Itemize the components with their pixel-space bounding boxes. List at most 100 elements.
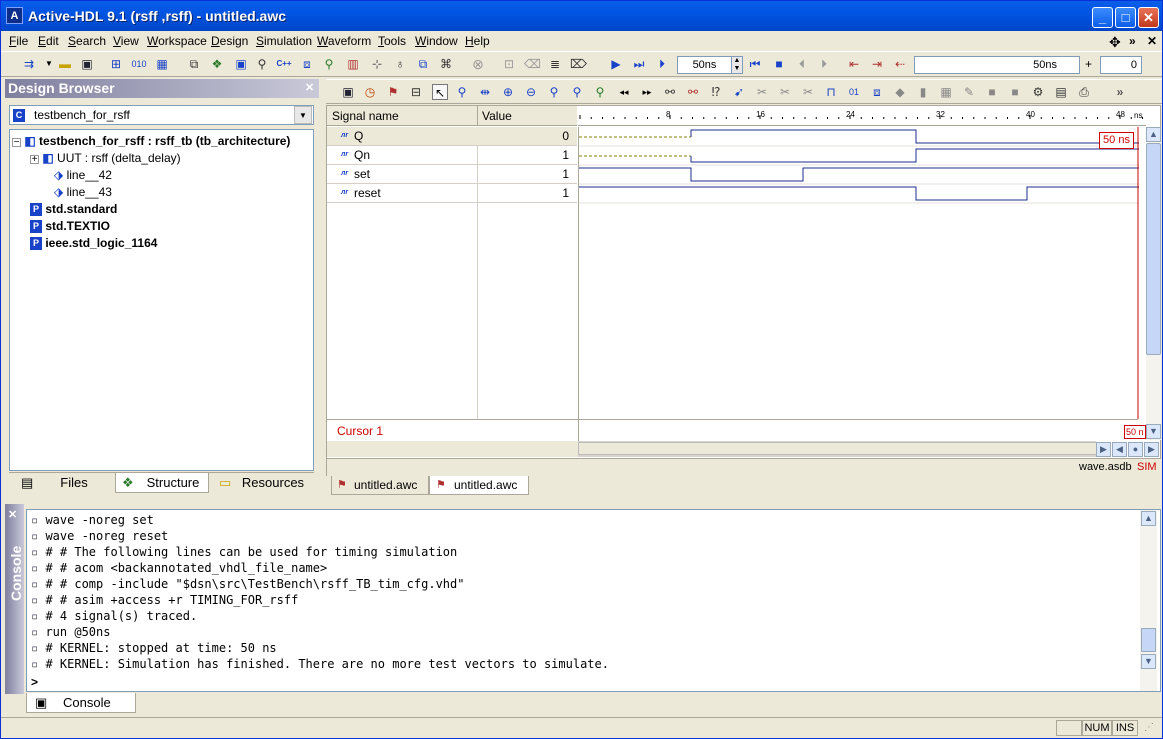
tab-structure[interactable]: ❖ Structure [115, 473, 209, 493]
tree-node-testbench[interactable]: − ◧ testbench_for_rsff : rsff_tb (tb_arc… [12, 133, 290, 150]
edit3-disabled-icon[interactable]: ✂ [800, 84, 816, 100]
pointer-icon[interactable]: ↖ [432, 84, 448, 100]
report-icon[interactable]: ▤ [1053, 84, 1069, 100]
trace-over-icon[interactable]: ⇥ [869, 56, 885, 72]
resize-grip-icon[interactable]: ⋰ [1144, 722, 1154, 733]
console-scroll-down-icon[interactable]: ▼ [1141, 654, 1156, 669]
menu-waveform[interactable]: Waveform [317, 34, 371, 48]
next-edge-icon[interactable]: ▸▸ [639, 84, 655, 100]
close-doc-icon[interactable]: ✕ [1147, 34, 1157, 48]
tab-resources[interactable]: ▭ Resources [213, 473, 311, 493]
tree-node-line42[interactable]: ⬗ line__42 [54, 167, 112, 184]
console-scroll-up-icon[interactable]: ▲ [1141, 511, 1156, 526]
compile-all-icon[interactable]: 010 [131, 56, 147, 72]
zoom-fit-icon[interactable]: ⚲ [569, 84, 585, 100]
toolbar-overflow-icon[interactable]: » [1112, 84, 1128, 100]
find-in-design-icon[interactable]: ⚲ [321, 56, 337, 72]
windows-icon[interactable]: ⧉ [186, 56, 202, 72]
run-for-icon[interactable]: ⏵ [654, 56, 670, 72]
library-icon[interactable]: ⧈ [299, 56, 315, 72]
scroll-right-end-icon[interactable]: ▶ [1144, 442, 1159, 457]
open-folder-icon[interactable]: ▬ [57, 56, 73, 72]
search-next-icon[interactable]: ⁉ [708, 84, 724, 100]
tree-node-ieee[interactable]: P ieee.std_logic_1164 [30, 235, 157, 252]
grid-disabled-icon[interactable]: ▦ [938, 84, 954, 100]
scroll-center-icon[interactable]: ● [1128, 442, 1143, 457]
network-icon[interactable]: ⊹ [369, 56, 385, 72]
step-forward-icon[interactable]: ⏵ [816, 56, 832, 72]
counter-field[interactable]: 0 [1100, 56, 1142, 74]
run-until-icon[interactable]: ⏭ [631, 56, 647, 72]
stop-icon[interactable]: ■ [771, 56, 787, 72]
zoom-in-icon[interactable]: ⊕ [500, 84, 516, 100]
close-button[interactable]: ✕ [1138, 7, 1159, 28]
tree-node-line43[interactable]: ⬗ line__43 [54, 184, 112, 201]
doc-tab-2[interactable]: ⚑ untitled.awc [429, 476, 529, 495]
console-vscrollbar[interactable]: ▲ ▼ [1140, 510, 1157, 691]
menu-search[interactable]: Search [68, 34, 106, 48]
signal-row-qn[interactable]: лr Qn 1 [327, 146, 577, 165]
measure-icon[interactable]: ⇹ [477, 84, 493, 100]
cpp-debug-icon[interactable]: C++ [276, 56, 292, 72]
prev-edge-icon[interactable]: ◂◂ [616, 84, 632, 100]
docs-icon[interactable]: ⧉ [415, 56, 431, 72]
find-icon[interactable]: ⚲ [254, 56, 270, 72]
new-design-icon[interactable]: ⇉ [21, 56, 37, 72]
wave-save-icon[interactable]: ▣ [340, 84, 356, 100]
menu-workspace[interactable]: Workspace [147, 34, 207, 48]
binoculars-red-icon[interactable]: ⚯ [685, 84, 701, 100]
stack-icon[interactable]: ≣ [547, 56, 563, 72]
console-vscroll-thumb[interactable] [1141, 628, 1156, 652]
tab-console[interactable]: ▣ Console [26, 693, 136, 713]
scroll-down-icon[interactable]: ▼ [1146, 424, 1161, 439]
bus-icon[interactable]: ⧈ [869, 84, 885, 100]
panel-close-icon[interactable]: ✕ [305, 81, 314, 94]
step-back-icon[interactable]: ⏴ [794, 56, 810, 72]
arrow-marker-icon[interactable]: ➹ [731, 84, 747, 100]
tab-files[interactable]: ▤ Files [15, 473, 111, 493]
value-header[interactable]: Value [482, 109, 512, 123]
signal-icon[interactable]: ⊓ [823, 84, 839, 100]
design-unit-select[interactable]: C testbench_for_rsff ▼ [9, 105, 314, 125]
maximize-button[interactable]: □ [1115, 7, 1136, 28]
chevron-icon[interactable]: » [1129, 34, 1136, 48]
select-chevron-down-icon[interactable]: ▼ [294, 106, 312, 124]
stop-disabled-icon[interactable]: ⊗ [470, 56, 486, 72]
signal-row-set[interactable]: лr set 1 [327, 165, 577, 184]
stopwatch-icon[interactable]: ◷ [362, 84, 378, 100]
tool-icon[interactable]: ⚙ [1030, 84, 1046, 100]
lock-icon[interactable]: ⊡ [501, 56, 517, 72]
save-icon[interactable]: ▣ [79, 56, 95, 72]
tree-node-std-standard[interactable]: P std.standard [30, 201, 117, 218]
sim-time-spinner[interactable]: ▲ ▼ [731, 56, 743, 74]
wave-vscrollbar[interactable]: ▲ ▼ [1146, 127, 1161, 440]
doc-tab-1[interactable]: ⚑ untitled.awc [331, 476, 429, 495]
marker-disabled-icon[interactable]: ◆ [892, 84, 908, 100]
restart-icon[interactable]: ⏮ [747, 56, 763, 72]
eraser-icon[interactable]: ⌫ [524, 56, 541, 72]
scroll-up-icon[interactable]: ▲ [1146, 127, 1161, 142]
zoom-cursor-icon[interactable]: ⚲ [592, 84, 608, 100]
title-bar[interactable]: A Active-HDL 9.1 (rsff ,rsff) - untitled… [1, 1, 1162, 31]
menu-window[interactable]: Window [415, 34, 458, 48]
zoom-out-icon[interactable]: ⊖ [523, 84, 539, 100]
zoom-range-icon[interactable]: ⚲ [546, 84, 562, 100]
menu-design[interactable]: Design [211, 34, 248, 48]
zoom-icon[interactable]: ⚲ [454, 84, 470, 100]
vscroll-thumb[interactable] [1146, 143, 1161, 355]
console-output[interactable]: ▫ wave -noreg set ▫ wave -noreg reset ▫ # … [26, 509, 1161, 692]
tree-node-std-textio[interactable]: P std.TEXTIO [30, 218, 110, 235]
signal-add-icon[interactable]: ⚑ [385, 84, 401, 100]
monitor-icon[interactable]: ▣ [233, 56, 249, 72]
cursor-label[interactable]: Cursor 1 [337, 424, 383, 438]
hierarchy-icon[interactable]: ❖ [209, 56, 225, 72]
console-close-icon[interactable]: ✕ [8, 508, 17, 521]
grid-icon[interactable]: ▦ [154, 56, 170, 72]
minimize-button[interactable]: _ [1092, 7, 1113, 28]
app-icon[interactable]: A [6, 7, 23, 24]
dropdown-arrow-icon[interactable]: ▼ [41, 56, 57, 72]
signal-row-reset[interactable]: лr reset 1 [327, 184, 577, 203]
bulb-icon[interactable]: ♁ [392, 56, 408, 72]
cursor-time-box[interactable]: 50 ns [1099, 132, 1134, 149]
menu-file[interactable]: File [9, 34, 28, 48]
